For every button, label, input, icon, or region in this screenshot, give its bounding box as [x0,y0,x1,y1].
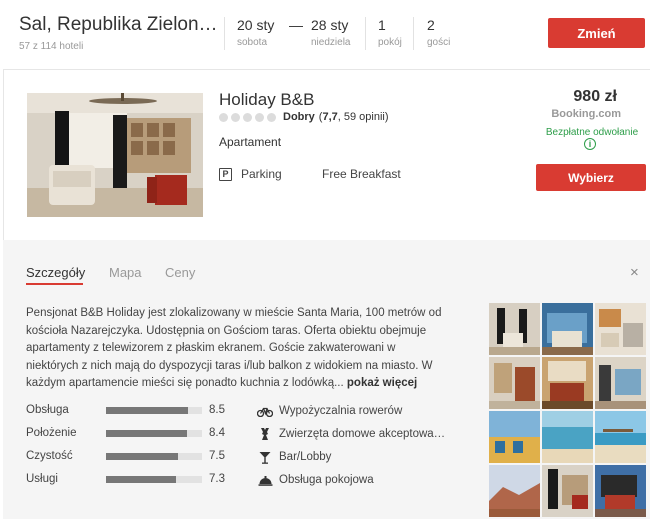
facility-bike-rental: Wypożyczalnia rowerów [257,404,402,418]
hotel-description: Pensjonat B&B Holiday jest zlokalizowany… [26,305,446,393]
checkout-date: 28 sty [311,17,349,33]
rating-word: Dobry [283,111,315,123]
star-icon [243,112,252,122]
divider [365,17,366,50]
divider [413,17,414,50]
rating-bar-fill [106,430,187,437]
select-hotel-button[interactable]: Wybierz [536,164,646,191]
bicycle-icon [257,404,273,418]
gallery-thumbnail[interactable] [595,357,646,409]
rating-value: 8.4 [209,427,225,439]
rating-score: 7,7 [322,111,338,123]
hotel-card: Holiday B&B Dobry (7,7, 59 opinii) Apart… [3,69,650,240]
price-provider: Booking.com [551,108,621,120]
rating-bar-fill [106,453,178,460]
gallery-thumbnail[interactable] [489,357,540,409]
gallery-thumbnail[interactable] [595,303,646,355]
checkin-field[interactable]: 20 sty sobota [237,17,274,48]
change-search-button[interactable]: Zmień [548,18,645,48]
checkout-day: niedziela [311,37,351,48]
amenity-breakfast: Free Breakfast [322,167,401,181]
facility-label: Obsługa pokojowa [279,474,374,486]
free-cancellation-label: Bezpłatne odwołanie [545,127,639,138]
close-icon[interactable]: × [630,264,639,281]
star-icon [231,112,240,122]
accommodation-type: Apartament [219,135,282,149]
rating-bar-fill [106,407,188,414]
gallery-thumbnail[interactable] [595,411,646,463]
photo-gallery [489,303,646,517]
star-icon [267,112,276,122]
rating-label: Usługi [26,473,58,485]
star-icon [219,112,228,122]
gallery-thumbnail[interactable] [595,465,646,517]
gallery-thumbnail[interactable] [489,411,540,463]
rating-value: 8.5 [209,404,225,416]
rating-value: 7.3 [209,473,225,485]
date-separator: — [289,17,303,33]
rating-bar [106,453,202,460]
facility-pets: Zwierzęta domowe akceptowa… [257,427,445,441]
rating-value: 7.5 [209,450,225,462]
pet-icon [257,427,273,441]
facility-bar: Bar/Lobby [257,450,331,464]
parking-icon: P [219,167,232,181]
rooms-label: pokój [378,37,402,48]
checkin-day: sobota [237,37,268,48]
facility-label: Zwierzęta domowe akceptowa… [279,428,446,440]
details-panel: Szczegóły Mapa Ceny × Pensjonat B&B Holi… [3,240,650,519]
gallery-thumbnail[interactable] [542,357,593,409]
rating-label: Obsługa [26,404,69,416]
star-icon [255,112,264,122]
tab-details[interactable]: Szczegóły [26,265,85,280]
destination-field[interactable]: Sal, Republika Zielon… 57 z 114 hoteli [19,14,218,52]
divider [224,17,225,50]
hotel-name[interactable]: Holiday B&B [219,90,314,110]
destination-name: Sal, Republika Zielon… [19,14,218,35]
gallery-thumbnail[interactable] [542,465,593,517]
amenity-label: Free Breakfast [322,167,401,181]
rating-bar-fill [106,476,177,483]
active-tab-indicator [26,283,83,285]
cocktail-icon [257,450,273,464]
info-icon[interactable]: i [584,138,596,150]
hotel-photo[interactable] [27,93,203,217]
facility-label: Bar/Lobby [279,451,332,463]
rating-row: Położenie 8.4 [26,427,236,441]
show-more-link[interactable]: pokaż więcej [347,377,417,389]
room-service-icon [257,473,273,487]
rating-bar [106,430,202,437]
hotel-rating: Dobry (7,7, 59 opinii) [219,111,389,123]
rooms-field[interactable]: 1 pokój [378,17,402,48]
amenity-label: Parking [241,167,282,181]
star-rating [219,112,276,122]
tab-map[interactable]: Mapa [109,265,142,280]
gallery-thumbnail[interactable] [542,303,593,355]
checkout-field[interactable]: 28 sty niedziela [311,17,350,48]
rating-label: Czystość [26,450,73,462]
rating-bar [106,476,202,483]
rating-row: Obsługa 8.5 [26,404,236,418]
rating-label: Położenie [26,427,77,439]
amenity-parking: P Parking [219,167,282,181]
facility-label: Wypożyczalnia rowerów [279,405,403,417]
hotel-count: 57 z 114 hoteli [19,41,84,52]
rating-row: Usługi 7.3 [26,473,236,487]
facility-room-service: Obsługa pokojowa [257,473,374,487]
rating-row: Czystość 7.5 [26,450,236,464]
rating-reviews[interactable]: , 59 opinii) [338,111,389,123]
guests-value: 2 [427,17,435,33]
gallery-thumbnail[interactable] [542,411,593,463]
hotel-price: 980 zł [573,88,617,105]
checkin-date: 20 sty [237,17,275,33]
gallery-thumbnail[interactable] [489,303,540,355]
guests-field[interactable]: 2 gości [427,17,450,48]
search-bar: Sal, Republika Zielon… 57 z 114 hoteli 2… [0,0,650,66]
guests-label: gości [427,37,451,48]
rating-bar [106,407,202,414]
rooms-value: 1 [378,17,386,33]
tab-prices[interactable]: Ceny [165,265,195,280]
gallery-thumbnail[interactable] [489,465,540,517]
